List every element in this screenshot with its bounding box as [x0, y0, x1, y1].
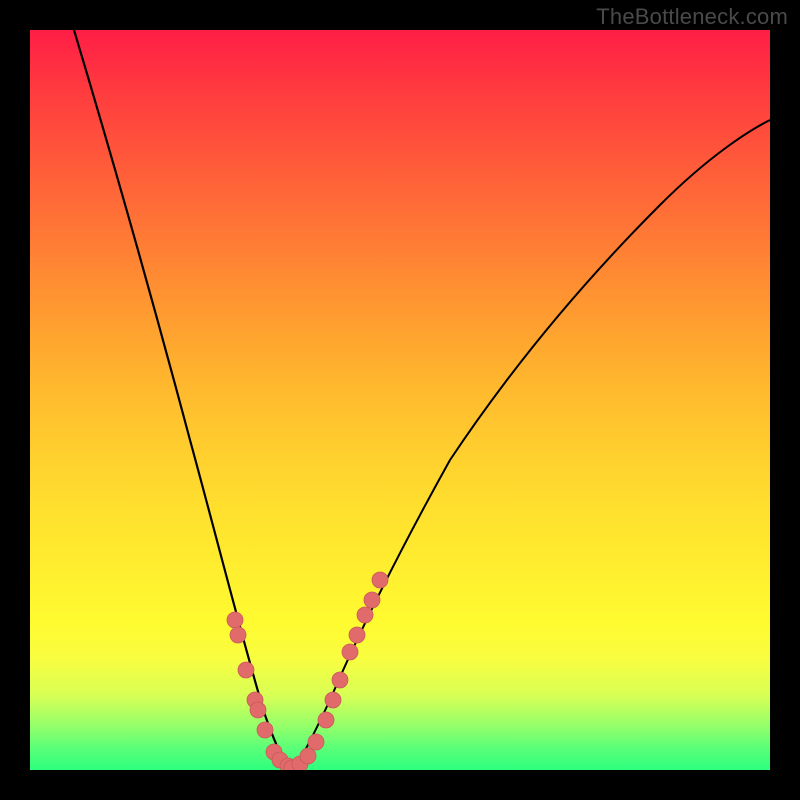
right-curve: [292, 120, 770, 770]
marker-point: [342, 644, 358, 660]
watermark-text: TheBottleneck.com: [596, 4, 788, 30]
marker-point: [238, 662, 254, 678]
marker-point: [318, 712, 334, 728]
marker-point: [300, 748, 316, 764]
chart-svg: [30, 30, 770, 770]
plot-area: [30, 30, 770, 770]
marker-point: [227, 612, 243, 628]
marker-point: [325, 692, 341, 708]
marker-point: [349, 627, 365, 643]
marker-group: [227, 572, 388, 770]
marker-point: [250, 702, 266, 718]
marker-point: [364, 592, 380, 608]
marker-point: [257, 722, 273, 738]
chart-frame: TheBottleneck.com: [0, 0, 800, 800]
marker-point: [357, 607, 373, 623]
left-curve: [74, 30, 292, 770]
marker-point: [372, 572, 388, 588]
marker-point: [230, 627, 246, 643]
marker-point: [332, 672, 348, 688]
marker-point: [308, 734, 324, 750]
